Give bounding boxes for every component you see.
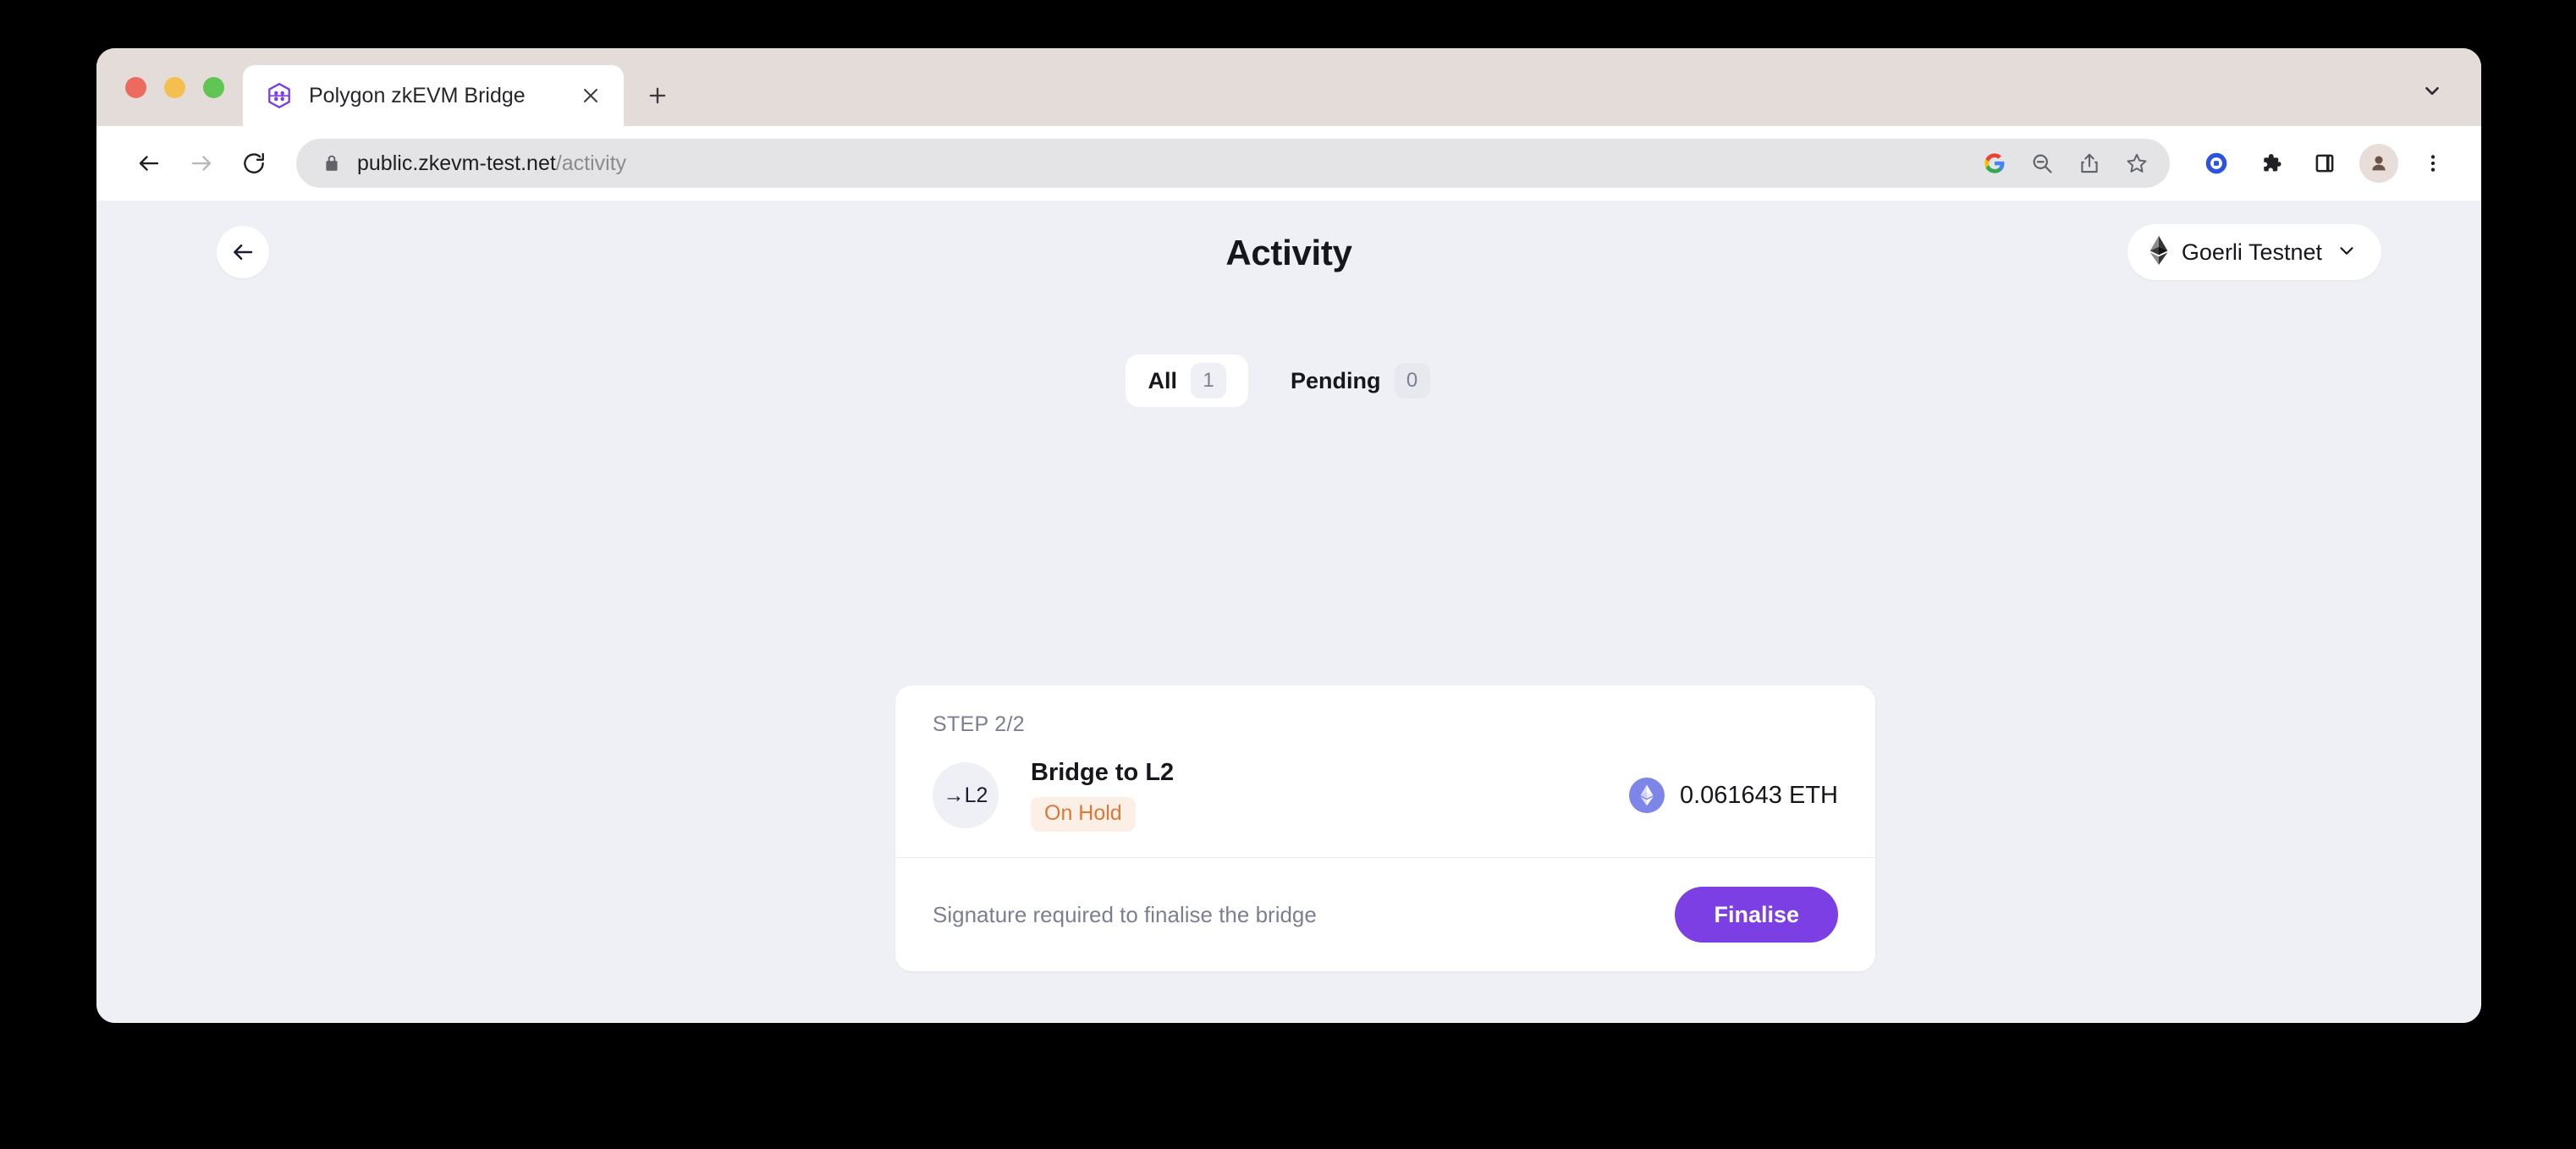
window-close-button[interactable]: [125, 76, 146, 98]
tab-pending-label: Pending: [1291, 367, 1381, 393]
tab-pending-count: 0: [1394, 363, 1430, 399]
amount-label: 0.061643 ETH: [1679, 781, 1838, 809]
signature-note: Signature required to finalise the bridg…: [933, 901, 1317, 927]
activity-filter-tabs: All 1 Pending 0: [96, 355, 2481, 407]
ethereum-diamond-icon: [2149, 235, 2168, 270]
page-header: Activity Goerli Testnet: [96, 201, 2481, 327]
browser-tab-strip: Polygon zkEVM Bridge: [96, 48, 2481, 126]
page-title: Activity: [1225, 233, 1352, 272]
browser-tab[interactable]: Polygon zkEVM Bridge: [243, 65, 624, 126]
window-maximize-button[interactable]: [203, 76, 224, 98]
bookmark-star-icon[interactable]: [2122, 149, 2151, 178]
profile-avatar[interactable]: [2359, 144, 2398, 183]
address-bar[interactable]: public.zkevm-test.net/activity: [296, 139, 2170, 188]
zoom-out-icon[interactable]: [2028, 149, 2056, 178]
extensions-puzzle-icon[interactable]: [2251, 144, 2290, 183]
address-bar-url: public.zkevm-test.net/activity: [357, 151, 1951, 176]
finalise-button[interactable]: Finalise: [1675, 887, 1838, 943]
url-path: /activity: [555, 151, 627, 175]
activity-details: Bridge to L2 On Hold: [1031, 759, 1629, 832]
tab-search-chevron-down-icon[interactable]: [2414, 72, 2451, 109]
step-label: STEP 2/2: [933, 712, 1025, 736]
bridge-direction-label: →L2: [943, 783, 988, 807]
tab-pending[interactable]: Pending 0: [1269, 355, 1452, 407]
page-content: Activity Goerli Testnet All 1 Pending 0 …: [96, 201, 2481, 1023]
tab-all-count: 1: [1191, 363, 1226, 399]
url-domain: public.zkevm-test.net: [357, 151, 556, 175]
ethereum-token-icon: [1628, 778, 1665, 813]
new-tab-button[interactable]: [632, 65, 683, 126]
tab-all[interactable]: All 1: [1126, 355, 1248, 407]
back-navigation-icon[interactable]: [125, 140, 173, 187]
forward-navigation-icon[interactable]: [178, 140, 225, 187]
transaction-amount: 0.061643 ETH: [1628, 778, 1838, 813]
network-name-label: Goerli Testnet: [2181, 239, 2322, 265]
bridge-direction-icon: →L2: [933, 762, 999, 828]
tab-all-label: All: [1148, 367, 1177, 393]
close-icon[interactable]: [576, 81, 605, 110]
target-extension-icon[interactable]: [2197, 144, 2236, 183]
chevron-down-icon: [2336, 239, 2358, 266]
omnibox-icon-group: [1967, 149, 2151, 178]
window-minimize-button[interactable]: [164, 76, 185, 98]
toolbar-right-icons: [2175, 144, 2452, 183]
browser-window: Polygon zkEVM Bridge public.zkevm-test.n…: [96, 48, 2481, 1023]
browser-tab-title: Polygon zkEVM Bridge: [309, 83, 526, 107]
network-selector[interactable]: Goerli Testnet: [2127, 224, 2381, 280]
chrome-menu-icon[interactable]: [2414, 144, 2452, 183]
share-icon[interactable]: [2075, 149, 2104, 178]
transaction-title: Bridge to L2: [1031, 759, 1175, 786]
side-panel-icon[interactable]: [2305, 144, 2344, 183]
activity-card-footer: Signature required to finalise the bridg…: [933, 858, 1838, 943]
window-traffic-lights: [96, 48, 243, 126]
polygon-logo-icon: [265, 81, 294, 110]
reload-icon[interactable]: [230, 140, 278, 187]
activity-card: STEP 2/2 →L2 Bridge to L2 On Hold 0.0616…: [895, 685, 1875, 971]
activity-row: →L2 Bridge to L2 On Hold 0.061643 ETH: [933, 759, 1838, 857]
google-lens-icon[interactable]: [1980, 149, 2009, 178]
lock-icon: [322, 153, 342, 173]
status-badge: On Hold: [1031, 797, 1136, 832]
browser-toolbar: public.zkevm-test.net/activity: [96, 126, 2481, 201]
